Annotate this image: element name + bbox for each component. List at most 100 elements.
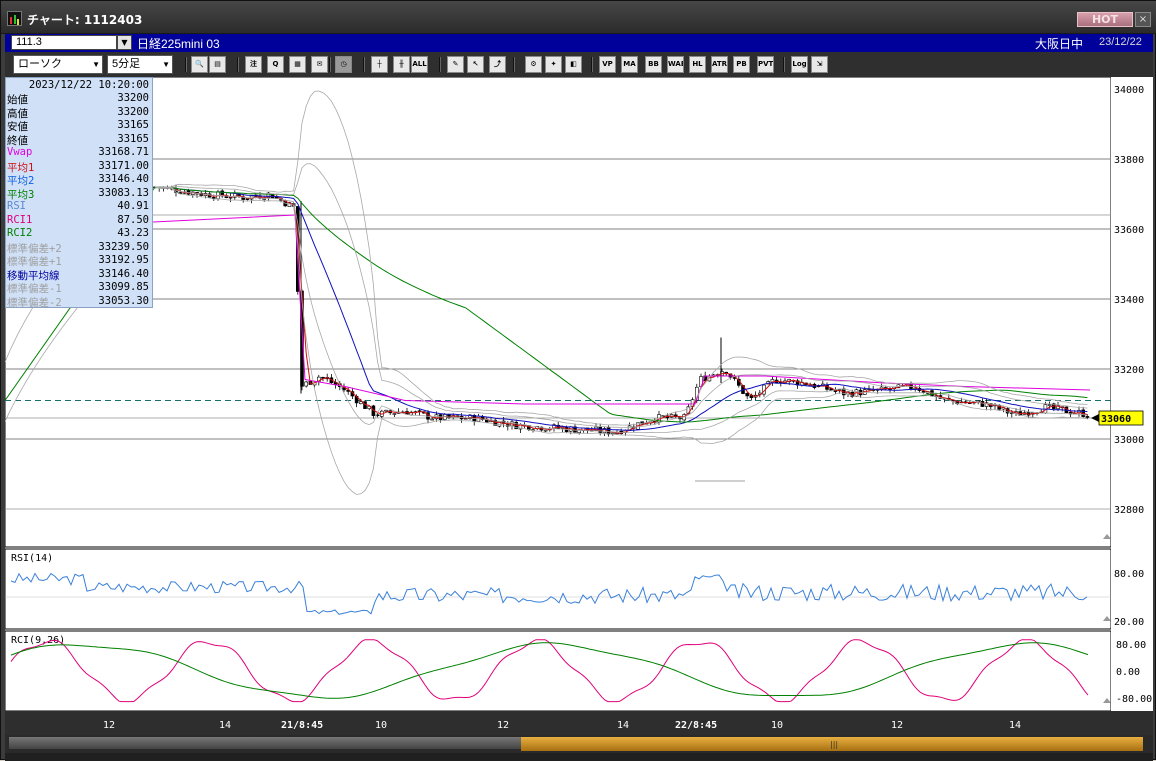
price-tick-label: 33400 — [1114, 295, 1144, 306]
rci-tick-label: -80.00 — [1116, 694, 1152, 705]
toolbar-separator — [185, 57, 187, 72]
order-button[interactable]: 注 — [245, 56, 262, 73]
export-button[interactable]: ⇲ — [811, 56, 828, 73]
hot-button[interactable]: HOT — [1077, 12, 1133, 27]
bb-button[interactable]: BB — [645, 56, 662, 73]
ohlc-row: RSI 40.91 — [6, 200, 152, 214]
ohlc-value: 33192.95 — [98, 254, 149, 266]
hl-button[interactable]: HL — [689, 56, 706, 73]
pvt-icon: PVT — [758, 60, 774, 68]
color-button[interactable]: ◧ — [565, 56, 582, 73]
market-status: 大阪日中 — [1035, 37, 1084, 51]
ohlc-row: Vwap 33168.71 — [6, 146, 152, 160]
candle-button[interactable]: ┼ — [371, 56, 388, 73]
ohlc-row: 安値 33165 — [6, 119, 152, 133]
candle-body — [1085, 416, 1090, 418]
ohlc-value: 43.23 — [117, 227, 149, 239]
time-axis-label: 12 — [891, 720, 903, 731]
time-axis-bar — [5, 711, 1153, 735]
wrench-icon: ✦ — [550, 60, 557, 68]
ohlc-row: 終値 33165 — [6, 133, 152, 147]
scroll-track[interactable] — [9, 737, 521, 749]
chart-window: チャート: 1112403 HOT × 111.3 ▼ 日経225mini 03… — [0, 0, 1156, 761]
toolbar-separator — [439, 57, 441, 72]
toolbar-separator — [329, 57, 331, 72]
rsi-panel[interactable] — [4, 548, 1112, 630]
price-axis — [1111, 77, 1153, 711]
time-axis-label: 10 — [375, 720, 387, 731]
code-dropdown-button[interactable]: ▼ — [117, 35, 132, 50]
cursor-icon: ↖ — [472, 60, 479, 68]
clock-button[interactable]: ◷ — [335, 56, 352, 73]
ohlc-label: RCI1 — [7, 213, 33, 226]
candle-body — [358, 401, 363, 404]
ohlc-value: 33171.00 — [98, 159, 149, 172]
timeframe-select[interactable]: 5分足 ▼ — [107, 55, 173, 74]
price-tick-label: 33000 — [1114, 435, 1144, 446]
ohlc-label: Vwap — [7, 146, 33, 158]
export-icon: ⇲ — [816, 60, 823, 68]
all-icon: ALL — [412, 60, 427, 68]
ohlc-data-panel: 2023/12/22 10:20:00 始値 33200 高値 33200 安値 3316… — [5, 77, 153, 309]
code-input[interactable]: 111.3 — [11, 35, 117, 50]
layout-button[interactable]: ▤ — [209, 56, 226, 73]
ma-icon: MA — [623, 60, 636, 68]
bb-icon: BB — [648, 60, 659, 68]
rci-tick-label: 80.00 — [1116, 640, 1146, 651]
cursor-button[interactable]: ↖ — [467, 56, 484, 73]
all-button[interactable]: ALL — [411, 56, 428, 73]
ohlc-row: 始値 33200 — [6, 92, 152, 106]
candle-body — [392, 413, 397, 415]
ohlc-value: 33146.40 — [98, 173, 149, 185]
candle-body — [745, 392, 750, 397]
palette-icon: ◧ — [570, 60, 577, 68]
pvt-button[interactable]: PVT — [757, 56, 774, 73]
atr-button[interactable]: ATR — [711, 56, 728, 73]
toolbar-separator — [513, 57, 515, 72]
chevron-down-icon: ▼ — [162, 60, 170, 69]
search-chart-button[interactable]: Q — [267, 56, 284, 73]
alert-button[interactable]: ✉ — [311, 56, 328, 73]
wae-button[interactable]: WAE — [667, 56, 684, 73]
curve-icon: ⤴ — [494, 60, 501, 68]
vp-button[interactable]: VP — [599, 56, 616, 73]
ma-button[interactable]: MA — [621, 56, 638, 73]
candle-body — [384, 409, 388, 412]
title-bar[interactable]: チャート: 1112403 HOT × — [1, 1, 1156, 34]
main-panel[interactable] — [4, 76, 1112, 548]
vp-icon: VP — [602, 60, 613, 68]
pb-icon: PB — [736, 60, 747, 68]
order-icon: 注 — [250, 60, 257, 68]
rsi-title: RSI(14) — [11, 553, 53, 564]
ohlc-row: 移動平均線 33146.40 — [6, 268, 152, 282]
time-axis-label: 21/8:45 — [281, 720, 323, 731]
tool-button[interactable]: ✦ — [545, 56, 562, 73]
zoom-button[interactable]: 🔍 — [191, 56, 208, 73]
settings-button[interactable]: ⚙ — [525, 56, 542, 73]
candle-pair-icon: ╫ — [399, 60, 404, 68]
candle-body — [212, 197, 216, 199]
chart-area[interactable]: 34000 33800 33600 33400 33200 33000 32800 33060… — [4, 76, 1153, 735]
close-icon: × — [1138, 14, 1148, 25]
time-scrollbar[interactable]: ||| — [5, 735, 1153, 753]
ohlc-value: 87.50 — [117, 213, 149, 226]
candle-body — [304, 381, 309, 387]
ohlc-value: 33200 — [117, 105, 149, 118]
ohlc-row: 平均3 33083.13 — [6, 187, 152, 201]
search-chart-icon: Q — [272, 60, 279, 68]
candle-pair-button[interactable]: ╫ — [393, 56, 410, 73]
ohlc-row: 平均2 33146.40 — [6, 173, 152, 187]
chart-canvas[interactable]: 34000 33800 33600 33400 33200 33000 32800 33060… — [4, 76, 1153, 735]
current-price-label: 33060 — [1101, 414, 1131, 425]
chart-button[interactable]: ▦ — [289, 56, 306, 73]
pen-button[interactable]: ✎ — [447, 56, 464, 73]
curve-button[interactable]: ⤴ — [489, 56, 506, 73]
chart-type-select[interactable]: ローソク ▼ — [13, 55, 103, 74]
layout-icon: ▤ — [214, 60, 221, 68]
close-button[interactable]: × — [1135, 12, 1151, 27]
ohlc-row: 平均1 33171.00 — [6, 160, 152, 174]
candle-body — [543, 429, 548, 432]
pb-button[interactable]: PB — [733, 56, 750, 73]
ohlc-value: 33200 — [117, 92, 149, 104]
log-button[interactable]: Log — [791, 56, 808, 73]
